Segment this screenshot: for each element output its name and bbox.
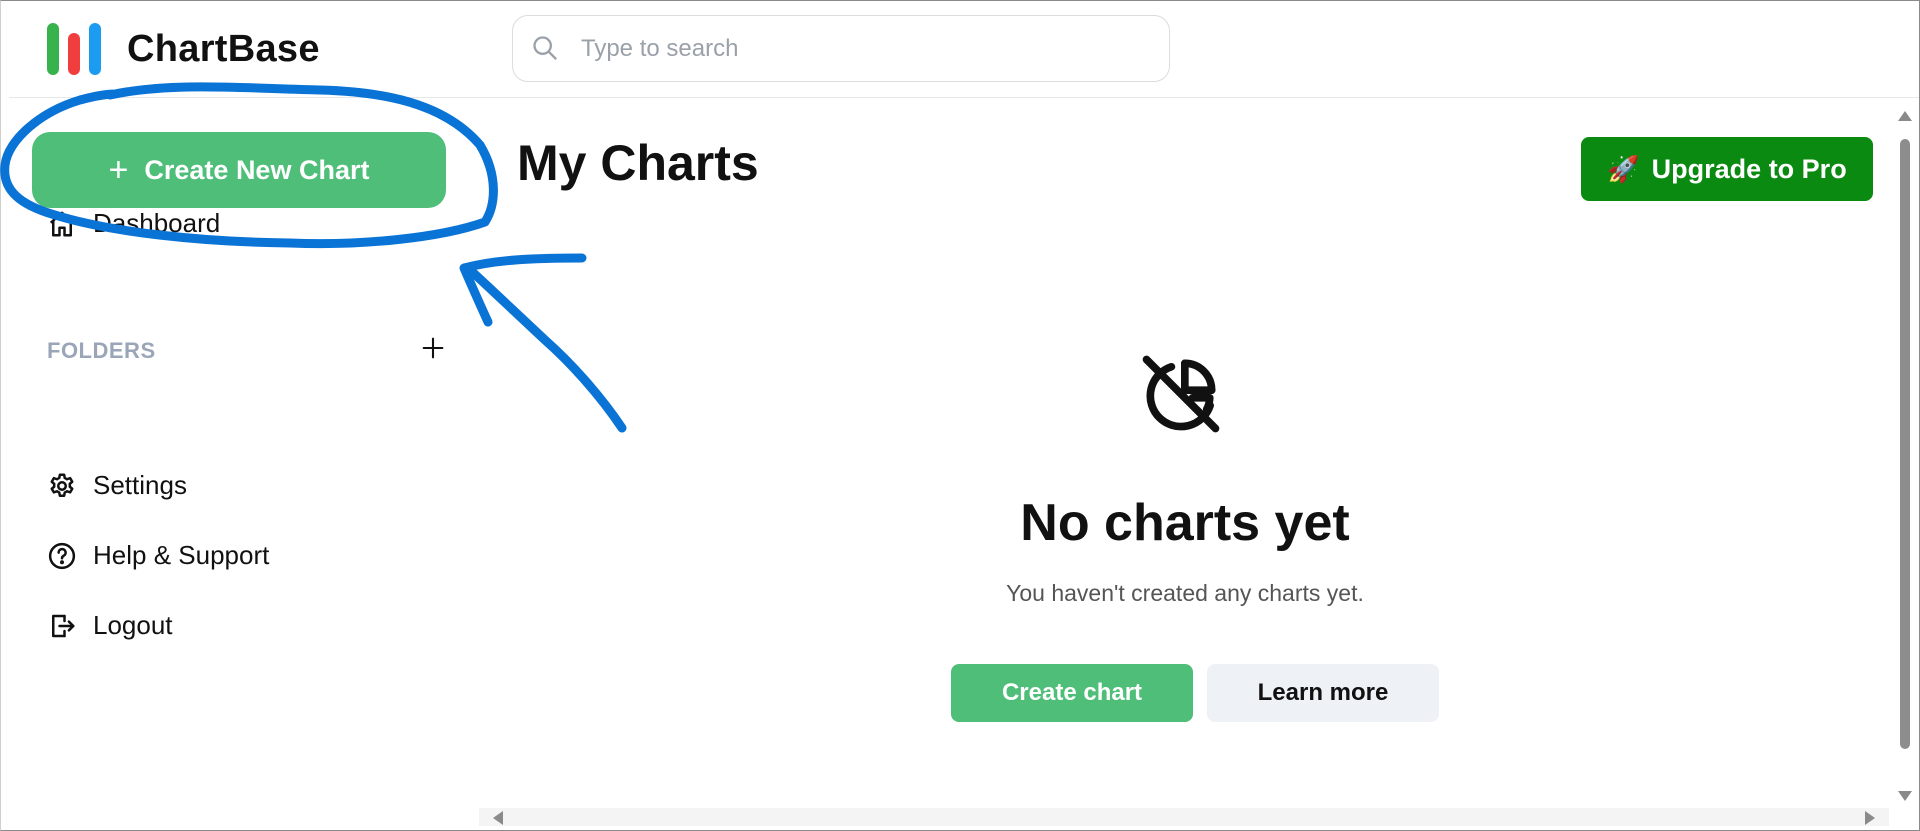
create-new-chart-label: Create New Chart	[144, 154, 370, 185]
search-input[interactable]	[579, 28, 1143, 70]
sidebar-item-settings[interactable]: Settings	[47, 470, 187, 501]
add-folder-icon[interactable]	[419, 334, 447, 362]
sidebar-item-label: Dashboard	[93, 208, 221, 238]
scroll-thumb[interactable]	[1900, 139, 1910, 749]
app-name: ChartBase	[127, 27, 320, 70]
main-content: My Charts 🚀 Upgrade to Pro No charts yet…	[475, 98, 1895, 806]
home-icon	[49, 211, 75, 236]
sidebar: + Create New Chart Dashboard FOLDERS Set…	[9, 98, 474, 830]
empty-state-title: No charts yet	[1020, 494, 1350, 552]
create-chart-button[interactable]: Create chart	[951, 664, 1193, 722]
app-window: ChartBase + Create New Chart Dashboard F…	[0, 0, 1920, 831]
sidebar-item-label: Help & Support	[93, 540, 270, 570]
gear-icon	[50, 473, 74, 497]
learn-more-button[interactable]: Learn more	[1207, 664, 1439, 722]
folders-heading: FOLDERS	[47, 338, 156, 363]
chart-pie-off-icon	[1142, 355, 1220, 433]
scroll-left-icon[interactable]	[493, 811, 503, 825]
logo-bars-icon	[47, 23, 107, 75]
sidebar-item-label: Logout	[93, 610, 173, 640]
horizontal-scrollbar[interactable]	[479, 808, 1889, 826]
app-logo[interactable]: ChartBase	[47, 23, 320, 75]
page-title: My Charts	[517, 135, 759, 191]
rocket-icon: 🚀	[1607, 153, 1640, 184]
scroll-right-icon[interactable]	[1865, 811, 1875, 825]
upgrade-to-pro-button[interactable]: 🚀 Upgrade to Pro	[1581, 137, 1873, 201]
upgrade-label: Upgrade to Pro	[1651, 153, 1847, 184]
search-icon	[533, 36, 557, 60]
search-box[interactable]	[512, 15, 1170, 82]
empty-state-subtitle: You haven't created any charts yet.	[1006, 580, 1364, 606]
create-new-chart-button[interactable]: + Create New Chart	[32, 132, 446, 208]
plus-icon: +	[108, 151, 129, 189]
sidebar-item-label: Settings	[93, 470, 187, 500]
vertical-scrollbar[interactable]	[1897, 111, 1913, 801]
sidebar-item-help-support[interactable]: Help & Support	[47, 540, 269, 571]
sidebar-item-dashboard[interactable]: Dashboard	[47, 208, 220, 239]
sidebar-item-logout[interactable]: Logout	[47, 610, 173, 641]
logout-icon	[52, 614, 75, 637]
help-circle-icon	[48, 542, 76, 569]
scroll-down-icon[interactable]	[1898, 791, 1912, 801]
scroll-up-icon[interactable]	[1898, 111, 1912, 121]
top-header: ChartBase	[9, 1, 1919, 98]
app-content: ChartBase + Create New Chart Dashboard F…	[9, 1, 1919, 830]
